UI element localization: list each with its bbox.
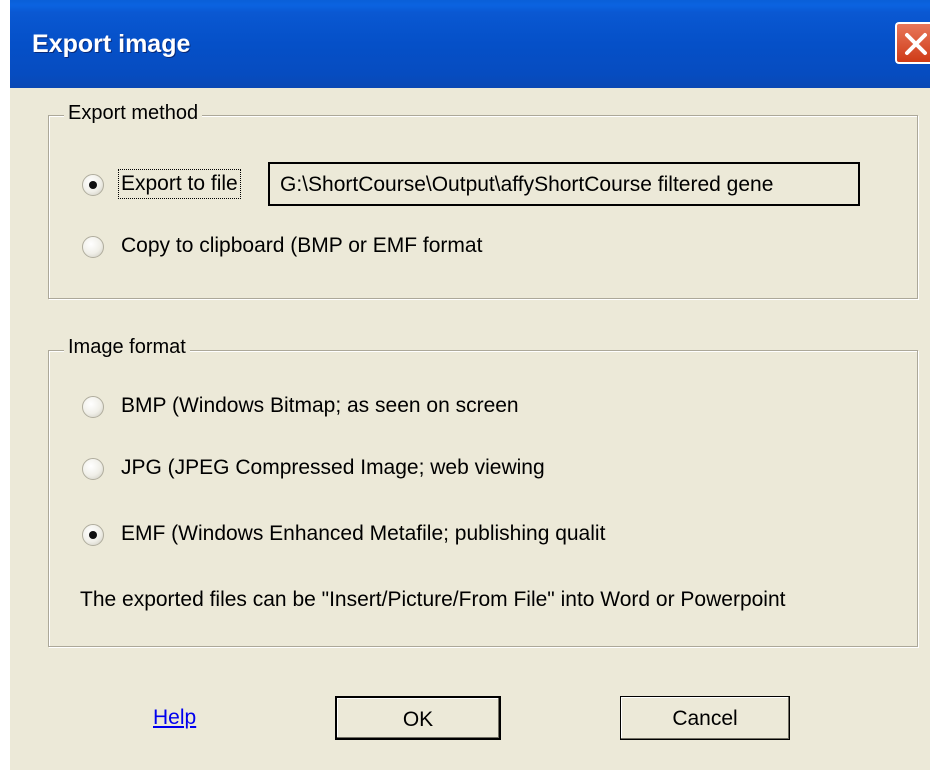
copy-to-clipboard-label[interactable]: Copy to clipboard (BMP or EMF format (121, 234, 482, 258)
close-button[interactable] (895, 22, 930, 64)
copy-to-clipboard-radio[interactable] (82, 236, 104, 258)
emf-radio[interactable] (82, 524, 104, 546)
export-to-file-radio[interactable] (82, 174, 104, 196)
export-method-group (48, 115, 918, 299)
dialog-title: Export image (32, 30, 191, 58)
close-icon (905, 33, 927, 55)
jpg-label[interactable]: JPG (JPEG Compressed Image; web viewing (121, 456, 545, 480)
radio-selected-dot (89, 531, 97, 539)
export-note: The exported files can be "Insert/Pictur… (80, 588, 786, 611)
bmp-label[interactable]: BMP (Windows Bitmap; as seen on screen (121, 394, 519, 418)
ok-button[interactable]: OK (335, 696, 501, 740)
bmp-radio[interactable] (82, 396, 104, 418)
jpg-radio[interactable] (82, 458, 104, 480)
cancel-button[interactable]: Cancel (620, 696, 790, 740)
title-bar: Export image (10, 0, 930, 88)
image-format-legend: Image format (64, 336, 190, 359)
export-method-legend: Export method (64, 102, 203, 125)
radio-selected-dot (89, 181, 97, 189)
export-image-dialog: Export image Export method Export to fil… (10, 0, 930, 770)
export-to-file-label[interactable]: Export to file (118, 169, 241, 199)
file-path-field[interactable]: G:\ShortCourse\Output\affyShortCourse fi… (268, 162, 860, 206)
help-link[interactable]: Help (153, 706, 196, 730)
emf-label[interactable]: EMF (Windows Enhanced Metafile; publishi… (121, 522, 605, 546)
